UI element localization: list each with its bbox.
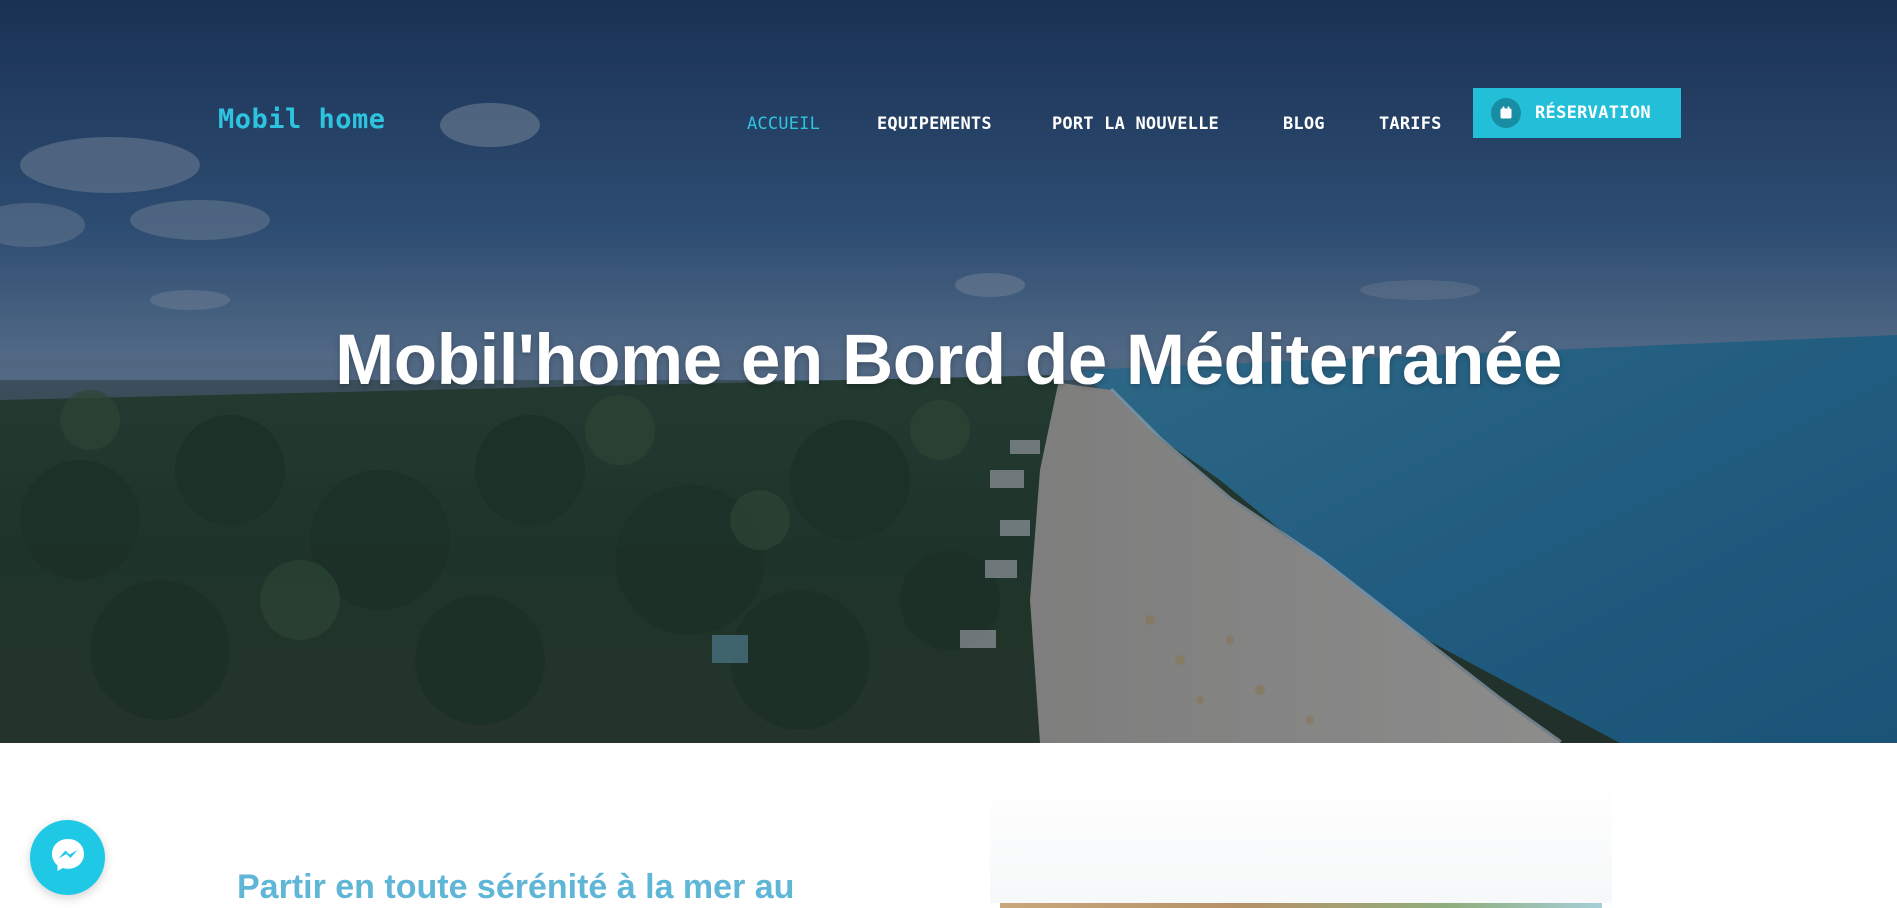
calendar-icon (1491, 98, 1521, 128)
nav-item-equipements[interactable]: EQUIPEMENTS (877, 114, 992, 134)
nav-item-tarifs[interactable]: TARIFS (1379, 114, 1442, 134)
nav-item-port-la-nouvelle[interactable]: PORT LA NOUVELLE (1052, 114, 1219, 134)
messenger-chat-button[interactable] (30, 820, 105, 895)
intro-heading: Partir en toute sérénité à la mer au (237, 868, 795, 906)
intro-image (1000, 903, 1602, 908)
messenger-icon (48, 835, 88, 880)
nav-item-blog[interactable]: BLOG (1283, 114, 1325, 134)
reservation-button[interactable]: RÉSERVATION (1473, 88, 1681, 138)
reservation-label: RÉSERVATION (1535, 103, 1651, 123)
nav-item-accueil[interactable]: ACCUEIL (747, 114, 820, 134)
hero-title: Mobil'home en Bord de Méditerranée (335, 321, 1562, 400)
intro-image-shadow (990, 780, 1612, 903)
site-logo[interactable]: Mobil home (218, 104, 386, 135)
hero-banner: Mobil home ACCUEIL EQUIPEMENTS PORT LA N… (0, 0, 1897, 743)
